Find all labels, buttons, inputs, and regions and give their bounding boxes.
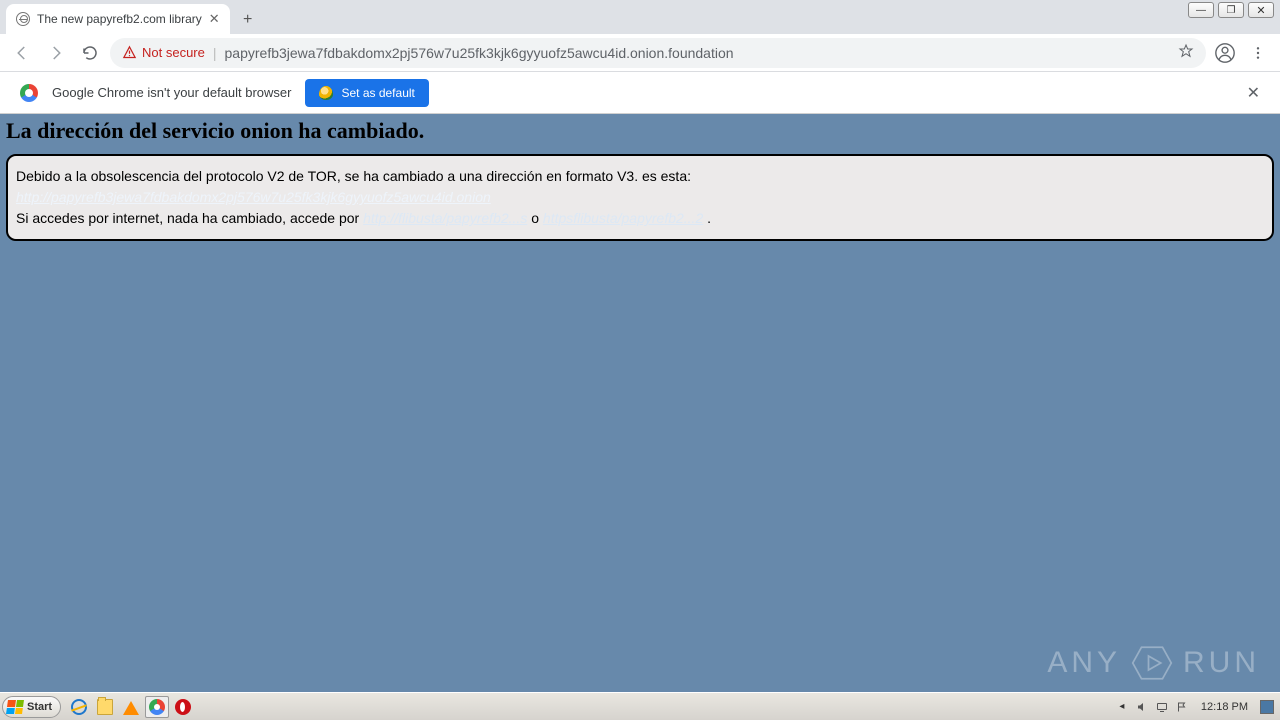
not-secure-label: Not secure	[142, 45, 205, 60]
kebab-menu-icon[interactable]	[1244, 39, 1272, 67]
show-desktop-icon[interactable]	[1260, 700, 1274, 714]
profile-avatar-icon[interactable]	[1212, 40, 1238, 66]
page-content: La dirección del servicio onion ha cambi…	[0, 114, 1280, 692]
infobar-close-button[interactable]: ✕	[1247, 83, 1260, 103]
taskbar: Start ◂ 12:18 PM	[0, 692, 1280, 720]
system-tray: ◂ 12:18 PM	[1115, 700, 1278, 714]
default-browser-infobar: Google Chrome isn't your default browser…	[0, 72, 1280, 114]
watermark-text2: RUN	[1183, 646, 1260, 680]
watermark-text1: ANY	[1047, 646, 1121, 680]
network-icon[interactable]	[1155, 700, 1169, 714]
bookmark-star-icon[interactable]	[1178, 43, 1194, 62]
tray-expand-icon[interactable]: ◂	[1115, 700, 1129, 714]
set-default-label: Set as default	[341, 86, 414, 100]
browser-tab[interactable]: The new papyrefb2.com library ✕	[6, 4, 230, 34]
chrome-logo-icon	[20, 84, 38, 102]
play-hex-icon	[1131, 642, 1173, 684]
forward-button[interactable]	[42, 39, 70, 67]
windows-flag-icon	[6, 700, 24, 714]
notice-sep: o	[527, 210, 543, 226]
media-player-icon[interactable]	[119, 696, 143, 718]
mirror-link-b[interactable]: httpsflibusta/papyrefb2...2	[543, 210, 703, 226]
taskbar-clock[interactable]: 12:18 PM	[1195, 701, 1254, 713]
explorer-icon[interactable]	[93, 696, 117, 718]
opera-icon[interactable]	[171, 696, 195, 718]
notice-line1: Debido a la obsolescencia del protocolo …	[16, 166, 1264, 187]
notice-line2a: Si accedes por internet, nada ha cambiad…	[16, 210, 363, 226]
infobar-message: Google Chrome isn't your default browser	[52, 85, 291, 100]
anyrun-watermark: ANY RUN	[1047, 642, 1260, 684]
tab-title: The new papyrefb2.com library	[37, 12, 202, 26]
reload-button[interactable]	[76, 39, 104, 67]
flag-icon[interactable]	[1175, 700, 1189, 714]
page-heading: La dirección del servicio onion ha cambi…	[0, 114, 1280, 148]
back-button[interactable]	[8, 39, 36, 67]
omnibox-separator: |	[213, 45, 217, 61]
set-default-button[interactable]: Set as default	[305, 79, 428, 107]
window-controls: — ❐ ✕	[1188, 2, 1274, 18]
quicklaunch	[67, 696, 195, 718]
tab-close-button[interactable]: ✕	[209, 11, 220, 27]
not-secure-indicator[interactable]: Not secure	[122, 45, 205, 60]
maximize-button[interactable]: ❐	[1218, 2, 1244, 18]
start-label: Start	[27, 701, 52, 713]
start-button[interactable]: Start	[2, 696, 61, 718]
globe-icon	[16, 12, 30, 26]
window-close-button[interactable]: ✕	[1248, 2, 1274, 18]
tab-strip: The new papyrefb2.com library ✕ +	[0, 0, 1280, 34]
address-bar[interactable]: Not secure | papyrefb3jewa7fdbakdomx2pj5…	[110, 38, 1206, 68]
ie-icon[interactable]	[67, 696, 91, 718]
notice-box: Debido a la obsolescencia del protocolo …	[6, 154, 1274, 241]
mirror-link-a[interactable]: http://flibusta/papyrefb2...s	[363, 210, 527, 226]
url-text: papyrefb3jewa7fdbakdomx2pj576w7u25fk3kjk…	[225, 45, 734, 61]
onion-link[interactable]: http://papyrefb3jewa7fdbakdomx2pj576w7u2…	[16, 189, 491, 205]
chrome-taskbar-icon[interactable]	[145, 696, 169, 718]
chrome-window: The new papyrefb2.com library ✕ + Not se…	[0, 0, 1280, 692]
browser-toolbar: Not secure | papyrefb3jewa7fdbakdomx2pj5…	[0, 34, 1280, 72]
notice-tail: .	[703, 210, 711, 226]
new-tab-button[interactable]: +	[234, 6, 262, 34]
volume-icon[interactable]	[1135, 700, 1149, 714]
shield-icon	[319, 86, 333, 100]
minimize-button[interactable]: —	[1188, 2, 1214, 18]
